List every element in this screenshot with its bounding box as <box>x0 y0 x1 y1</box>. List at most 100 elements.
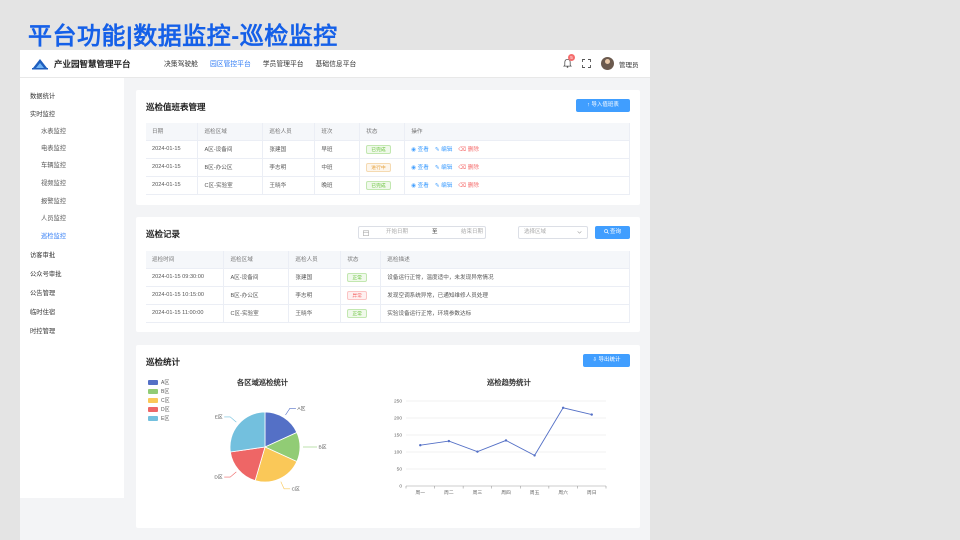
y-tick-label: 200 <box>394 416 402 422</box>
pie-label-line <box>224 471 237 478</box>
sidebar-item-11[interactable]: 公告管理 <box>30 288 55 297</box>
top-bar: 产业园智慧管理平台 决策驾驶舱 园区管控平台 学员管理平台 基础信息平台 5 管理员 <box>20 50 650 78</box>
records-title: 巡检记录 <box>146 229 181 239</box>
pie-label-line <box>285 407 296 416</box>
duty-col-header: 巡检人员 <box>262 123 316 141</box>
nav-item-0[interactable]: 决策驾驶舱 <box>164 61 198 68</box>
y-tick-label: 50 <box>397 467 403 473</box>
sidebar-item-3[interactable]: 电表监控 <box>41 143 66 152</box>
sidebar-item-9[interactable]: 访客审批 <box>30 250 55 259</box>
x-tick-label: 周六 <box>558 489 568 496</box>
pie-slice-label: A区 <box>297 406 305 412</box>
duty-cell-shift: 晚班 <box>314 176 361 195</box>
delete-link[interactable]: ⌫ 删除 <box>458 147 479 153</box>
records-cell-desc: 设备运行正常，温度适中，未发现异常情况 <box>380 268 630 287</box>
duty-cell-area: B区-办公区 <box>197 158 264 177</box>
nav-item-1[interactable]: 园区管控平台 <box>210 61 251 68</box>
pie-slice-label: E区 <box>215 415 223 421</box>
duty-cell-ops: ◉ 查看 ✎ 编辑 ⌫ 删除 <box>404 140 630 159</box>
search-icon <box>604 229 609 234</box>
records-cell-person: 李志明 <box>288 286 342 305</box>
app-name: 产业园智慧管理平台 <box>54 59 131 69</box>
nav-item-3[interactable]: 基础信息平台 <box>316 61 357 68</box>
sidebar-item-1[interactable]: 实时监控 <box>30 109 55 118</box>
chevron-down-icon <box>577 231 582 234</box>
date-range-separator: 至 <box>432 229 438 235</box>
sidebar-item-12[interactable]: 临时住宿 <box>30 307 55 316</box>
duty-col-header: 操作 <box>404 123 630 141</box>
pie-chart: A区 B区 C区 D区 E区 <box>214 406 327 493</box>
sidebar-item-2[interactable]: 水表监控 <box>41 126 66 135</box>
sidebar-item-0[interactable]: 数据统计 <box>30 91 55 100</box>
import-duty-button[interactable]: ↑ 导入值班表 <box>576 99 630 112</box>
status-badge: 异常 <box>347 290 367 300</box>
sidebar-item-13[interactable]: 时控管理 <box>30 326 55 335</box>
data-point[interactable] <box>504 439 508 442</box>
duty-col-header: 班次 <box>314 123 361 141</box>
records-cell-desc: 发现空调系统异常，已通知维修人员处理 <box>380 286 630 305</box>
nav-item-2[interactable]: 学员管理平台 <box>263 61 304 68</box>
sidebar-item-6[interactable]: 报警监控 <box>41 196 66 205</box>
edit-link[interactable]: ✎ 编辑 <box>435 147 452 153</box>
query-button[interactable]: 查询 <box>595 226 630 239</box>
view-link[interactable]: ◉ 查看 <box>411 147 429 153</box>
data-point[interactable] <box>419 444 422 447</box>
view-link[interactable]: ◉ 查看 <box>411 165 429 171</box>
legend-swatch <box>148 398 158 404</box>
pie-slice[interactable] <box>229 411 266 453</box>
legend-label: D区 <box>161 407 170 413</box>
user-name[interactable]: 管理员 <box>619 59 639 69</box>
legend-swatch <box>148 389 158 395</box>
edit-link[interactable]: ✎ 编辑 <box>435 165 452 171</box>
series-line <box>420 407 592 456</box>
records-cell-time: 2024-01-15 09:30:00 <box>146 268 225 287</box>
legend-label: C区 <box>161 398 170 404</box>
status-badge: 已完成 <box>366 144 391 154</box>
legend-label: A区 <box>161 380 170 386</box>
sidebar-item-7[interactable]: 人员监控 <box>41 213 66 222</box>
top-nav: 决策驾驶舱 园区管控平台 学员管理平台 基础信息平台 <box>164 58 368 68</box>
records-cell-status: 异常 <box>340 286 382 305</box>
data-point[interactable] <box>590 413 593 416</box>
x-tick-label: 周二 <box>444 490 454 496</box>
end-date-placeholder: 结束日期 <box>461 229 484 235</box>
legend-item[interactable]: E区 <box>148 415 169 422</box>
data-point[interactable] <box>476 450 479 453</box>
duty-cell-shift: 早班 <box>314 140 361 159</box>
avatar[interactable] <box>601 57 614 70</box>
records-col-header: 巡检区域 <box>223 251 290 269</box>
legend-item[interactable]: C区 <box>148 397 170 404</box>
data-point[interactable] <box>533 454 536 457</box>
legend-item[interactable]: A区 <box>148 379 169 386</box>
duty-table: 日期 巡检区域 巡检人员 班次 状态 操作 2024-01-15 A区-设备间 张建国 早班 已完… <box>146 123 630 195</box>
sidebar-item-4[interactable]: 车辆监控 <box>41 160 66 169</box>
pie-slice-label: B区 <box>319 445 327 451</box>
data-point[interactable] <box>447 439 451 443</box>
fullscreen-icon[interactable] <box>582 59 591 68</box>
start-date-input[interactable]: 开始日期 至 结束日期 <box>358 226 486 239</box>
duty-cell-status: 已完成 <box>359 176 406 195</box>
export-stats-button[interactable]: ⇩ 导出统计 <box>583 354 630 367</box>
sidebar-item-8[interactable]: 巡检监控 <box>41 231 66 240</box>
table-row: 2024-01-15 09:30:00 A区-设备间 张建国 正常 设备运行正常，温度适… <box>146 268 630 287</box>
view-link[interactable]: ◉ 查看 <box>411 183 429 189</box>
line-chart-title: 巡检趋势统计 <box>487 378 531 387</box>
table-row: 2024-01-15 C区-实验室 王晓华 晚班 已完成 ◉ 查看 ✎ 编辑 ⌫ 删除 <box>146 176 630 195</box>
edit-link[interactable]: ✎ 编辑 <box>435 183 452 189</box>
delete-link[interactable]: ⌫ 删除 <box>458 183 479 189</box>
data-point[interactable] <box>561 406 565 409</box>
legend-swatch <box>148 407 158 413</box>
sidebar-item-5[interactable]: 视频监控 <box>41 178 66 187</box>
legend-item[interactable]: D区 <box>148 406 170 413</box>
legend-item[interactable]: B区 <box>148 388 169 395</box>
x-tick-label: 周五 <box>530 490 540 496</box>
area-select-placeholder: 选择区域 <box>524 229 547 235</box>
app-window: 产业园智慧管理平台 决策驾驶舱 园区管控平台 学员管理平台 基础信息平台 5 管理员 … <box>20 50 650 540</box>
sidebar-item-10[interactable]: 公众号审批 <box>30 269 61 278</box>
duty-cell-date: 2024-01-15 <box>146 158 199 177</box>
area-select[interactable]: 选择区域 <box>518 226 588 239</box>
duty-cell-person: 张建国 <box>262 140 316 159</box>
duty-col-header: 状态 <box>359 123 406 141</box>
records-card: 巡检记录 开始日期 至 结束日期 选择区域 查询 巡检时间 巡检区域 巡检人员 状态巡… <box>136 217 640 332</box>
delete-link[interactable]: ⌫ 删除 <box>458 165 479 171</box>
